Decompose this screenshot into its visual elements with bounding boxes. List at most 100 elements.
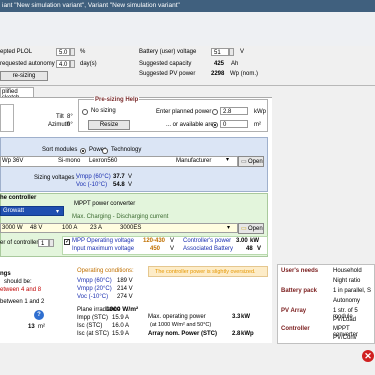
sort-modules-label: Sort modules	[42, 147, 78, 153]
ctrl-power-value: 3.00	[236, 238, 248, 244]
max-op-power-label: Max. operating power	[148, 314, 206, 320]
module-open-label: Open	[248, 159, 263, 165]
module-tech: Si-mono	[58, 158, 81, 164]
ctrl-power-unit: kW	[250, 238, 259, 244]
vmpp-unit: V	[128, 174, 133, 180]
num-controllers-input[interactable]: 1	[38, 239, 49, 247]
plol-spinner[interactable]	[70, 48, 75, 56]
hint-should-be: should be:	[4, 279, 32, 285]
area-radio[interactable]	[212, 122, 218, 128]
op-conditions-title: Operating conditions:	[77, 268, 134, 274]
or-area-label: ... or available area	[166, 122, 218, 128]
capacity-value: 425	[214, 61, 225, 67]
planned-power-label: Enter planned power	[156, 109, 212, 115]
voc10-value: 274 V	[117, 294, 133, 300]
summary-pv-label: PV Array	[281, 308, 307, 314]
assoc-batt-label: Associated Battery	[183, 246, 234, 252]
plol-input[interactable]: 5.0	[56, 48, 70, 56]
module-manufacturer: Manufacturer	[176, 158, 212, 164]
max-op-power-value: 3.3	[232, 314, 241, 320]
num-controllers-label: er of controllers	[0, 240, 42, 246]
charge-label: Max. Charging - Discharging current	[72, 214, 169, 220]
mppt-checkbox[interactable]	[64, 238, 70, 245]
vmpp60-value: 189 V	[117, 278, 133, 284]
vmpp20-label: Vmpp (20°C)	[77, 286, 112, 292]
technology-radio[interactable]	[102, 148, 108, 154]
area-input[interactable]: 0	[220, 120, 248, 128]
tilt-label: Tilt	[56, 114, 64, 120]
spec-voltage: 48 V	[30, 225, 43, 231]
input-max-unit: V	[170, 246, 175, 252]
module-open-button[interactable]: ▭ Open	[238, 156, 264, 167]
presizing-button[interactable]: re-sizing	[0, 71, 48, 81]
ctrl-power-label: Controller's power	[183, 238, 232, 244]
impp-label: Impp (STC)	[77, 315, 109, 321]
mppt-op-unit: V	[170, 238, 175, 244]
controller-brand-select[interactable]: Growatt ▾	[0, 206, 64, 216]
tab-simplified-sketch[interactable]: plified sketch	[0, 87, 34, 101]
plane-irradiance-value: 1000 W/m²	[106, 306, 139, 313]
num-controllers-spinner[interactable]	[49, 239, 54, 247]
controller-open-button[interactable]: ▭ Open	[238, 223, 264, 234]
controller-section-title: he controller	[0, 195, 37, 201]
nom-power-unit: kWp	[241, 331, 254, 337]
spec-current: 100 A	[62, 225, 78, 231]
capacity-label: Suggested capacity	[139, 61, 192, 67]
planned-power-input[interactable]: 2.8	[220, 107, 248, 115]
pvpower-value: 2298	[211, 71, 225, 77]
folder-icon: ▭	[241, 226, 247, 232]
plol-label: epted PLOL	[0, 49, 33, 55]
autonomy-spinner[interactable]	[70, 60, 75, 68]
module-model: Lexron560	[89, 158, 118, 164]
no-sizing-label: No sizing	[91, 108, 116, 114]
mppt-op-label: MPP Operating voltage	[72, 238, 134, 244]
controller-open-label: Open	[248, 226, 263, 232]
autonomy-input[interactable]: 4.0	[56, 60, 70, 68]
warning-text: The controller power is slightly oversiz…	[155, 269, 256, 275]
area-unit: m²	[254, 122, 261, 128]
window-titlebar: iant "New simulation variant", Variant "…	[0, 0, 375, 12]
battery-voltage-spinner[interactable]	[229, 48, 234, 56]
summary-pv-load: PV/Load	[333, 317, 357, 323]
no-sizing-radio[interactable]	[82, 109, 88, 115]
sizing-voltages-label: Sizing voltages :	[34, 175, 78, 181]
max-op-power-sub: (at 1000 W/m² and 50°C)	[150, 322, 212, 328]
assoc-batt-value: 48	[246, 246, 253, 252]
summary-needs-label: User's needs	[281, 268, 319, 274]
controller-dropdown-icon[interactable]: ▾	[227, 224, 230, 231]
array-warn-label: ngs	[0, 271, 11, 277]
summary-ratio: Night ratio	[333, 278, 361, 284]
spec-model: 3000ES	[120, 225, 142, 231]
capacity-unit: Ah	[231, 61, 239, 67]
input-max-value: 450	[150, 246, 161, 252]
summary-battery-label: Battery pack	[281, 288, 318, 294]
error-icon[interactable]: ✕	[362, 350, 374, 362]
orientation-box[interactable]	[0, 104, 14, 132]
autonomy-label: requested autonomy	[0, 61, 55, 67]
vmpp-label: Vmpp (60°C)	[76, 174, 111, 180]
resize-button[interactable]: Resize	[88, 120, 130, 130]
help-icon[interactable]: ?	[34, 310, 44, 320]
input-max-label: Input maximum voltage	[72, 246, 135, 252]
brand-dropdown-icon: ▾	[56, 209, 60, 215]
array-area-unit: m²	[38, 324, 45, 330]
battery-voltage-unit: V	[240, 49, 245, 55]
hint-range-2: between 1 and 2	[0, 299, 45, 305]
battery-voltage-input[interactable]: 51	[211, 48, 229, 56]
nom-power-label: Array nom. Power (STC)	[148, 331, 218, 337]
summary-battery-value: 1 in parallel, S	[333, 288, 372, 294]
voc-unit: V	[128, 182, 133, 188]
assoc-batt-unit: V	[257, 246, 262, 252]
module-dropdown-icon[interactable]: ▾	[226, 156, 229, 163]
sort-power-radio[interactable]	[80, 148, 86, 154]
summary-autonomy: Autonomy	[333, 298, 361, 304]
pvpower-unit: Wp (nom.)	[230, 71, 259, 77]
sort-technology-label: Technology	[111, 147, 142, 153]
tilt-value: 8°	[67, 114, 73, 120]
summary-needs-value: Household	[333, 268, 362, 274]
voc10-label: Voc (-10°C)	[77, 294, 109, 300]
voc-value: 54.8	[113, 182, 125, 188]
pvpower-label: Suggested PV power	[139, 71, 196, 77]
controller-type-title: MPPT power converter	[74, 201, 136, 207]
planned-power-radio[interactable]	[212, 109, 218, 115]
